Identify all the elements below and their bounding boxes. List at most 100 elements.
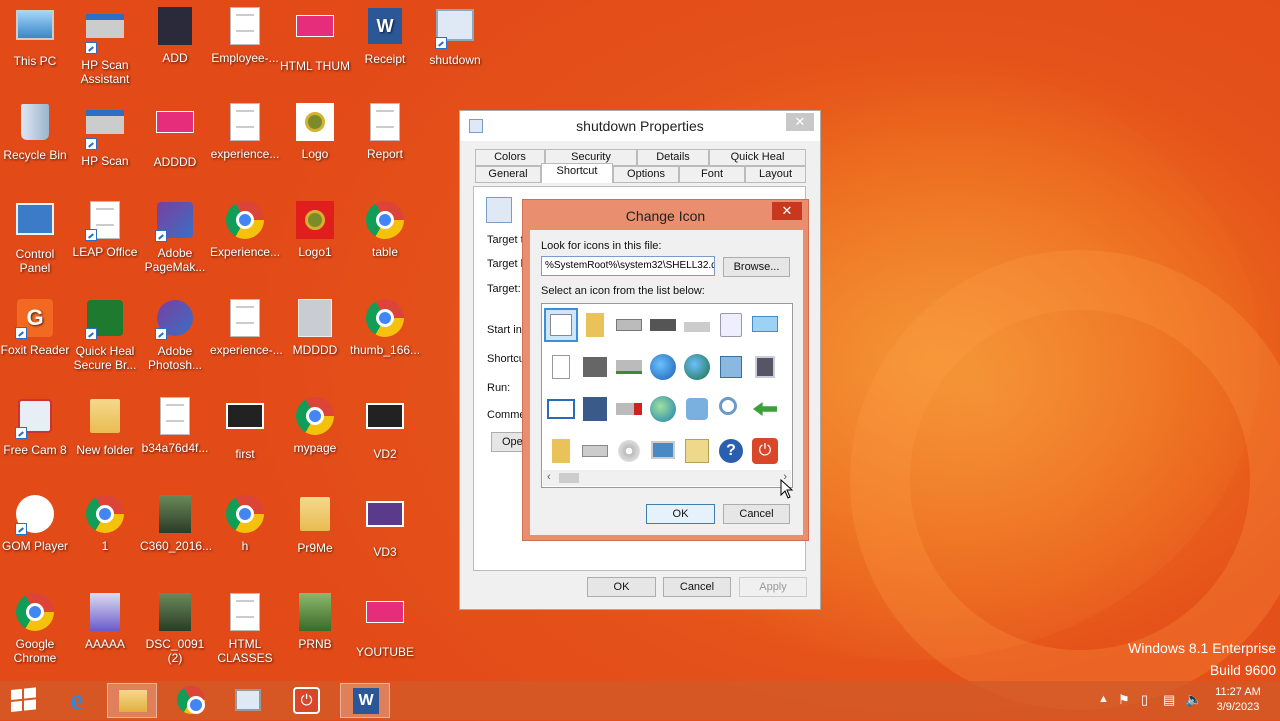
desktop-icon-free-cam[interactable]: Free Cam 8 <box>0 396 70 457</box>
desktop-icon-b34a[interactable]: b34a76d4f... <box>140 396 210 455</box>
search-icon[interactable] <box>716 394 746 424</box>
icon-option-calculator[interactable] <box>682 436 712 466</box>
icon-option-window[interactable] <box>750 310 780 340</box>
desktop-icon-first[interactable]: first <box>210 396 280 461</box>
desktop-icon-mypage[interactable]: mypage <box>280 396 350 455</box>
icon-option-floppy[interactable] <box>580 394 610 424</box>
desktop-icon-new-folder[interactable]: New folder <box>70 396 140 457</box>
icon-option-monitor[interactable] <box>750 352 780 382</box>
desktop-icon-leap-office[interactable]: LEAP Office <box>70 200 140 259</box>
desktop-icon-employee[interactable]: Employee-... <box>210 6 280 65</box>
close-icon[interactable]: ✕ <box>772 202 802 220</box>
taskbar-shutdown[interactable]: ⏻ <box>282 683 332 718</box>
icon-option-chip[interactable] <box>648 310 678 340</box>
tab-details[interactable]: Details <box>637 149 709 166</box>
desktop-icon-experience-chrome[interactable]: Experience... <box>210 200 280 259</box>
desktop-icon-adobe-photoshop[interactable]: Adobe Photosh... <box>140 298 210 372</box>
icon-option-globe-pc[interactable] <box>682 352 712 382</box>
desktop-icon-receipt[interactable]: W Receipt <box>350 6 420 66</box>
icon-option-globe[interactable] <box>648 352 678 382</box>
icon-option-cd-drive[interactable] <box>614 436 644 466</box>
clock[interactable]: 11:27 AM 3/9/2023 <box>1208 686 1268 713</box>
flag-icon[interactable]: ⚑ <box>1118 692 1130 708</box>
desktop-icon-logo[interactable]: Logo <box>280 102 350 161</box>
desktop-icon-thumb[interactable]: thumb_166... <box>350 298 420 357</box>
properties-ok-button[interactable]: OK <box>587 577 656 597</box>
tab-shortcut[interactable]: Shortcut <box>541 163 613 183</box>
icon-option-clock[interactable] <box>716 310 746 340</box>
network-icon[interactable]: ▤ <box>1163 692 1175 708</box>
icon-option-document[interactable] <box>546 352 576 382</box>
start-button[interactable] <box>0 683 50 718</box>
desktop-icon-gom-player[interactable]: GOM Player <box>0 494 70 553</box>
properties-titlebar[interactable]: shutdown Properties ✕ <box>460 111 820 141</box>
desktop-icon-pr9me[interactable]: Pr9Me <box>280 494 350 555</box>
desktop-icon-adobe-pagemaker[interactable]: Adobe PageMak... <box>140 200 210 274</box>
desktop-icon-vd3[interactable]: VD3 <box>350 494 420 559</box>
close-button[interactable]: ✕ <box>786 113 814 131</box>
tab-layout[interactable]: Layout <box>745 166 806 183</box>
properties-apply-button[interactable]: Apply <box>739 577 807 597</box>
icon-option-back-arrow[interactable] <box>750 394 780 424</box>
taskbar-chrome[interactable] <box>166 683 216 718</box>
desktop-icon-hp-scan[interactable]: HP Scan <box>70 102 140 168</box>
change-icon-cancel-button[interactable]: Cancel <box>723 504 790 524</box>
tab-options[interactable]: Options <box>613 166 679 183</box>
desktop-icon-hp-scan-assistant[interactable]: HP Scan Assistant <box>70 6 140 86</box>
taskbar-remote-desktop[interactable] <box>223 683 273 718</box>
desktop-icon-report[interactable]: Report <box>350 102 420 161</box>
icon-option-computers[interactable] <box>580 352 610 382</box>
desktop-icon-quick-heal[interactable]: Quick Heal Secure Br... <box>70 298 140 372</box>
icon-option-folder-2[interactable] <box>546 436 576 466</box>
show-hidden-icons[interactable]: ▲ <box>1098 693 1109 705</box>
icon-option-blank[interactable] <box>544 308 578 342</box>
desktop-icon-vd2[interactable]: VD2 <box>350 396 420 461</box>
desktop-icon-experience-doc[interactable]: experience... <box>210 102 280 161</box>
desktop-icon-experience-dash[interactable]: experience-... <box>210 298 283 357</box>
desktop-icon-html-thum[interactable]: HTML THUM <box>280 6 350 73</box>
tab-quick-heal[interactable]: Quick Heal <box>709 149 806 166</box>
desktop-icon-recycle-bin[interactable]: Recycle Bin <box>0 102 70 162</box>
browse-button[interactable]: Browse... <box>723 257 790 277</box>
desktop-icon-html-classes[interactable]: HTML CLASSES <box>210 592 280 665</box>
icon-option-window-blue[interactable] <box>546 394 576 424</box>
desktop-icon-this-pc[interactable]: This PC <box>0 6 70 68</box>
desktop-icon-dsc0091[interactable]: DSC_0091 (2) <box>140 592 210 665</box>
change-icon-ok-button[interactable]: OK <box>646 504 715 524</box>
scrollbar-thumb[interactable] <box>559 473 579 483</box>
desktop-icon-google-chrome[interactable]: Google Chrome <box>0 592 70 665</box>
desktop-icon-aaaaa[interactable]: AAAAA <box>70 592 140 651</box>
desktop-icon-youtube[interactable]: YOUTUBE <box>350 592 420 659</box>
icon-option-network-drive[interactable] <box>614 352 644 382</box>
desktop-icon-prnb[interactable]: PRNB <box>280 592 350 651</box>
icon-option-control-panel[interactable] <box>716 352 746 382</box>
taskbar-internet-explorer[interactable]: e <box>52 683 102 718</box>
desktop-icon-add[interactable]: ADD <box>140 6 210 65</box>
desktop-icon-c360[interactable]: C360_2016... <box>140 494 212 553</box>
desktop-icon-table[interactable]: table <box>350 200 420 259</box>
icon-option-drive-removed[interactable] <box>614 394 644 424</box>
tab-font[interactable]: Font <box>679 166 745 183</box>
help-icon[interactable]: ? <box>716 436 746 466</box>
taskbar-word[interactable]: W <box>340 683 390 718</box>
icon-option-network[interactable] <box>682 394 712 424</box>
desktop-icon-foxit-reader[interactable]: G Foxit Reader <box>0 298 70 357</box>
volume-icon[interactable]: 🔈 <box>1185 691 1202 708</box>
icon-option-printer[interactable] <box>682 310 712 340</box>
desktop-icon-mdddd[interactable]: MDDDD <box>280 298 350 357</box>
taskbar-file-explorer[interactable] <box>107 683 157 718</box>
desktop-icon-1[interactable]: 1 <box>70 494 140 553</box>
desktop-icon-adddd[interactable]: ADDDD <box>140 102 210 169</box>
desktop-icon-logo1[interactable]: Logo1 <box>280 200 350 259</box>
icon-option-drive-2[interactable] <box>580 436 610 466</box>
desktop-icon-shutdown[interactable]: shutdown <box>420 6 490 67</box>
tab-colors[interactable]: Colors <box>475 149 545 166</box>
desktop-icon-h[interactable]: h <box>210 494 280 553</box>
power-plug-icon[interactable]: ▯ <box>1141 692 1148 708</box>
icon-option-drive[interactable] <box>614 310 644 340</box>
power-icon[interactable]: ⏻ <box>750 436 780 466</box>
icon-file-field[interactable]: %SystemRoot%\system32\SHELL32.dll <box>541 256 715 276</box>
icon-option-folder[interactable] <box>580 310 610 340</box>
properties-cancel-button[interactable]: Cancel <box>663 577 731 597</box>
desktop-icon-control-panel[interactable]: Control Panel <box>0 200 70 275</box>
